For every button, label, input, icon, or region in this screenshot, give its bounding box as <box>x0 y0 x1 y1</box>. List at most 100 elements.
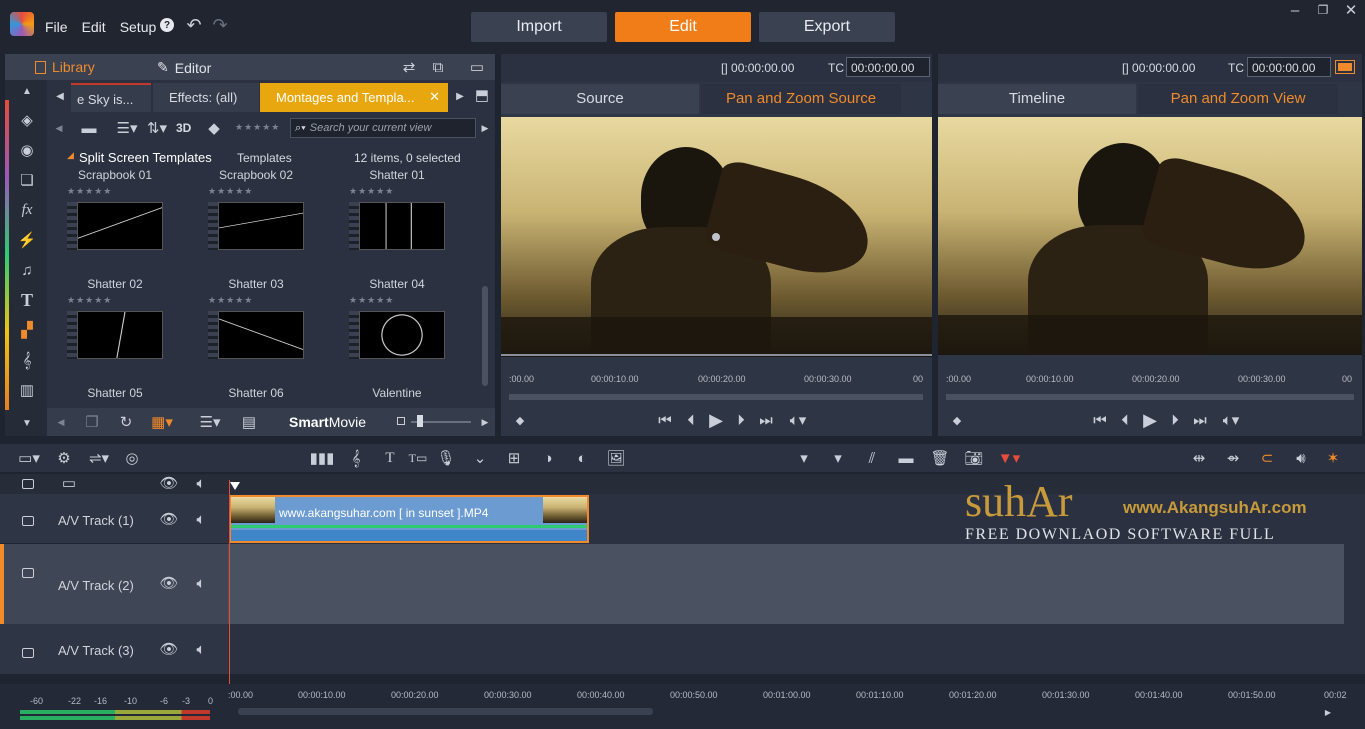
tab-pan-zoom-source[interactable]: Pan and Zoom Source <box>701 84 901 114</box>
refresh-icon[interactable]: ↻ <box>117 413 135 431</box>
folder-icon[interactable]: ▬ <box>79 119 99 137</box>
audio-ducking-icon[interactable]: ⌄ <box>470 450 490 467</box>
template-rating[interactable]: ★★★★★ <box>67 186 112 197</box>
step-back-icon[interactable]: ⏴ <box>683 412 699 429</box>
template-rating[interactable]: ★★★★★ <box>349 295 394 306</box>
camera-icon[interactable]: 📷︎ <box>964 450 984 467</box>
tag-icon[interactable]: ◆ <box>205 119 223 137</box>
tab-right-icon[interactable]: ▶ <box>453 88 467 104</box>
razor-icon[interactable]: ⫽ <box>862 450 882 467</box>
nav-back-icon[interactable]: ◀ <box>53 120 65 136</box>
source-scrub-bar[interactable] <box>509 394 923 400</box>
marker-in-icon[interactable]: ▾ <box>796 450 812 467</box>
minimize-icon[interactable]: – <box>1286 2 1304 19</box>
grid-view-icon[interactable]: ▦▾ <box>147 413 177 431</box>
project-bin-icon[interactable]: ◈ <box>17 110 37 130</box>
play-icon[interactable]: ▶ <box>706 410 726 430</box>
trim-icon[interactable]: ⇴ <box>1222 450 1244 467</box>
copy-icon[interactable]: ❐ <box>83 413 101 431</box>
maximize-icon[interactable]: ❐ <box>1314 2 1332 18</box>
effects-icon[interactable]: fx <box>17 200 37 220</box>
eye-icon[interactable]: 👁︎ <box>159 575 178 592</box>
trash-icon[interactable]: 🗑︎ <box>930 450 950 467</box>
audio-scrub-icon[interactable]: 🔊︎ <box>1290 450 1312 467</box>
photos-icon[interactable]: ❏ <box>17 170 37 190</box>
template-thumb[interactable] <box>67 311 163 359</box>
step-forward-icon[interactable]: ⏵ <box>733 412 749 429</box>
eye-icon[interactable]: 👁︎ <box>159 475 178 492</box>
library-tab[interactable]: Library <box>35 59 95 75</box>
timeline-hscroll[interactable] <box>238 708 653 715</box>
edit-button[interactable]: Edit <box>615 12 751 42</box>
menu-disc-icon[interactable]: ▥ <box>17 380 37 400</box>
marker-icon[interactable]: ◆ <box>513 412 527 428</box>
disc-icon[interactable]: ◎ <box>122 450 142 467</box>
menu-file[interactable]: File <box>45 19 68 35</box>
close-icon[interactable]: ✕ <box>1342 2 1360 19</box>
magnet-icon[interactable]: ⊂ <box>1256 450 1278 467</box>
editor-tab[interactable]: ✎ Editor <box>157 59 211 76</box>
template-thumb[interactable] <box>208 202 304 250</box>
magic-wand-icon[interactable]: ✶ <box>1322 450 1344 467</box>
tab-timeline[interactable]: Timeline <box>938 84 1136 114</box>
playhead-line[interactable] <box>229 480 230 695</box>
library-scrollbar[interactable] <box>480 146 490 406</box>
eye-icon[interactable]: 👁︎ <box>159 641 178 658</box>
popout-icon[interactable]: ⧉ <box>429 58 447 76</box>
volume-icon[interactable]: 🔈︎▾ <box>1218 412 1244 429</box>
volume-icon[interactable]: 🔈︎▾ <box>785 412 811 429</box>
timeline-preview[interactable] <box>938 117 1362 355</box>
template-rating[interactable]: ★★★★★ <box>67 295 112 306</box>
search-input[interactable]: Search your current view <box>310 122 432 134</box>
montage-icon[interactable]: ▞ <box>17 320 37 340</box>
template-thumb[interactable] <box>208 311 304 359</box>
motion-icon[interactable]: ◐ <box>572 450 592 467</box>
source-preview[interactable] <box>501 117 932 357</box>
template-rating[interactable]: ★★★★★ <box>349 186 394 197</box>
settings-icon[interactable]: ⚙ <box>54 450 74 467</box>
text-icon[interactable]: T <box>380 450 400 466</box>
swap-icon[interactable]: ⇄ <box>400 58 418 76</box>
tc-input[interactable]: 00:00:00.00 <box>1247 57 1331 77</box>
skip-end-icon[interactable]: ⏭ <box>758 412 774 429</box>
tab-close-icon[interactable]: ✕ <box>429 89 440 105</box>
skip-start-icon[interactable]: ⏮ <box>657 412 673 429</box>
music-icon[interactable]: ♫ <box>17 260 37 280</box>
tab-menu-icon[interactable]: ⬒ <box>473 86 491 104</box>
smartmovie-icon[interactable]: ▤ <box>239 413 259 431</box>
skip-start-icon[interactable]: ⏮ <box>1092 412 1108 429</box>
template-rating[interactable]: ★★★★★ <box>208 295 253 306</box>
tc-input[interactable]: 00:00:00.00 <box>846 57 930 77</box>
export-button[interactable]: Export <box>759 12 895 42</box>
play-icon[interactable]: ▶ <box>1140 410 1160 430</box>
multicam-icon[interactable]: ⊞ <box>504 450 524 467</box>
3d-filter[interactable]: 3D <box>176 121 191 135</box>
microphone-icon[interactable]: 🎙︎ <box>436 450 456 467</box>
tab-pan-zoom-view[interactable]: Pan and Zoom View <box>1138 84 1338 114</box>
image-icon[interactable]: 🖼︎ <box>606 450 626 467</box>
lock-icon[interactable] <box>22 648 34 658</box>
list-view-icon[interactable]: ☰▾ <box>115 119 139 137</box>
video-clip[interactable]: www.akangsuhar.com [ in sunset ].MP4 <box>229 495 589 543</box>
search-go-icon[interactable]: ▶ <box>479 120 491 136</box>
step-back-icon[interactable]: ⏴ <box>1117 412 1133 429</box>
track-layout-icon[interactable]: ▭▾ <box>18 450 40 467</box>
timeline-scrub-bar[interactable] <box>946 394 1354 400</box>
bottom-right-icon[interactable]: ▶ <box>479 414 491 430</box>
edit-mode-icon[interactable]: ⇌▾ <box>86 450 112 467</box>
tab-effects[interactable]: Effects: (all) <box>153 83 259 112</box>
thumb-size-slider[interactable] <box>397 415 473 427</box>
search-box[interactable]: ⌕▾ Search your current view <box>290 118 476 138</box>
title-icon[interactable]: T <box>17 290 37 310</box>
tab-montages[interactable]: Montages and Templa... ✕ <box>260 83 448 112</box>
menu-setup[interactable]: Setup <box>120 19 157 35</box>
lock-icon[interactable] <box>22 516 34 526</box>
lock-icon[interactable] <box>22 568 34 578</box>
speaker-icon[interactable]: 🔈︎ <box>192 475 210 492</box>
score-icon[interactable]: 𝄞 <box>17 350 37 370</box>
tab-left-icon[interactable]: ◀ <box>53 88 67 104</box>
template-thumb[interactable] <box>349 311 445 359</box>
sort-icon[interactable]: ⇅▾ <box>145 119 169 137</box>
redo-icon[interactable]: ↷ <box>210 14 230 36</box>
smartmovie-button[interactable]: SmartMovie <box>289 414 366 430</box>
